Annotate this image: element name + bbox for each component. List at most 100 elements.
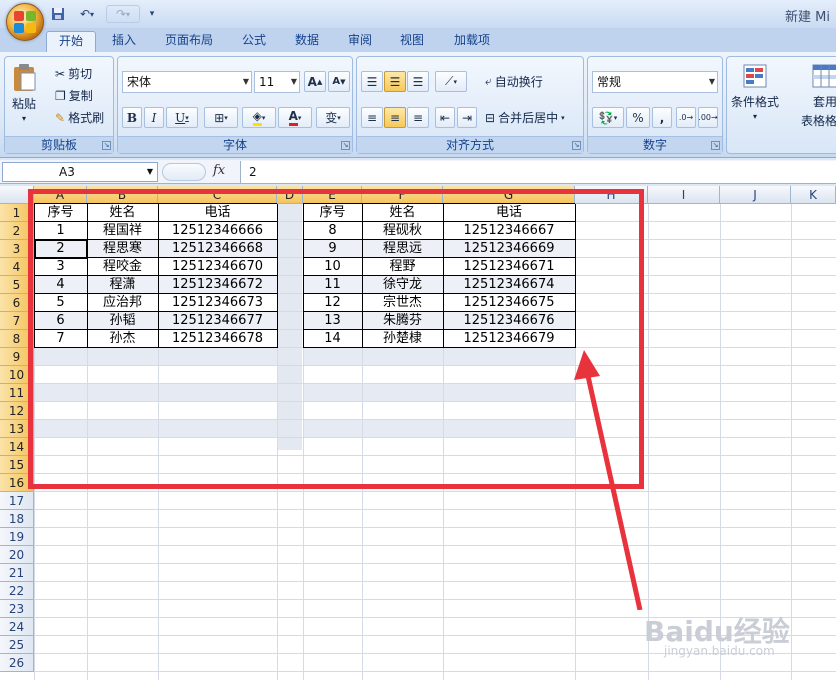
percent-button[interactable]: % xyxy=(626,107,650,128)
worksheet-grid[interactable]: A B C D E F G H I J K 1 2 3 4 5 6 7 8 9 10 11 12 13 14 15 16 17 18 19… xyxy=(0,186,836,680)
row-header[interactable]: 19 xyxy=(0,528,34,546)
grow-font-button[interactable]: A ▲ xyxy=(304,71,326,92)
column-header-k[interactable]: K xyxy=(791,186,836,204)
shrink-font-button[interactable]: A ▼ xyxy=(328,71,350,92)
row-header[interactable]: 25 xyxy=(0,636,34,654)
align-left-button[interactable]: ≡ xyxy=(361,107,383,128)
tab-formulas[interactable]: 公式 xyxy=(232,31,276,52)
align-right-icon: ≡ xyxy=(412,110,424,125)
wrap-text-button[interactable]: ⤶ 自动换行 xyxy=(485,73,543,90)
chevron-down-icon: ▾ xyxy=(613,113,618,122)
copy-button[interactable]: ❐ 复制 xyxy=(55,87,93,104)
format-as-table-button[interactable]: 套用 表格格式 xyxy=(801,63,836,129)
dialog-launcher-icon[interactable]: ↘ xyxy=(341,141,350,150)
formula-input[interactable]: 2 xyxy=(240,161,836,183)
column-header-i[interactable]: I xyxy=(648,186,720,204)
row-header[interactable]: 26 xyxy=(0,654,34,672)
tab-review[interactable]: 审阅 xyxy=(338,31,382,52)
redo-button[interactable]: ↷ ▾ xyxy=(106,5,140,23)
chevron-down-icon: ▾ xyxy=(21,114,26,123)
redo-icon: ↷ xyxy=(115,7,127,21)
grid-line xyxy=(34,491,836,492)
increase-decimal-icon: .0→ xyxy=(678,113,694,122)
tab-add-ins[interactable]: 加载项 xyxy=(444,31,500,52)
align-top-button[interactable]: ☰ xyxy=(361,71,383,92)
tab-page-layout[interactable]: 页面布局 xyxy=(156,31,222,52)
grid-line xyxy=(34,563,836,564)
align-right-button[interactable]: ≡ xyxy=(407,107,429,128)
number-format-combo[interactable]: 常规 ▼ xyxy=(592,71,718,93)
align-middle-button[interactable]: ☰ xyxy=(384,71,406,92)
row-header[interactable]: 20 xyxy=(0,546,34,564)
decrease-decimal-button[interactable]: .00→ xyxy=(698,107,718,128)
format-painter-label: 格式刷 xyxy=(68,111,105,125)
conditional-formatting-icon xyxy=(743,64,767,88)
increase-indent-icon: ⇥ xyxy=(461,110,473,125)
table-format-icon xyxy=(812,64,836,88)
phonetic-icon: 变 xyxy=(325,111,338,125)
comma-button[interactable]: , xyxy=(652,107,672,128)
chevron-down-icon: ▾ xyxy=(90,9,95,19)
align-center-icon: ≡ xyxy=(389,110,401,125)
dialog-launcher-icon[interactable]: ↘ xyxy=(711,141,720,150)
merge-center-button[interactable]: ⊟ 合并后居中 ▾ xyxy=(485,109,565,126)
tab-insert[interactable]: 插入 xyxy=(102,31,146,52)
font-size-combo[interactable]: 11 ▼ xyxy=(254,71,300,93)
tab-view[interactable]: 视图 xyxy=(390,31,434,52)
copy-label: 复制 xyxy=(68,89,93,103)
merge-icon: ⊟ xyxy=(485,110,496,125)
phonetic-button[interactable]: 变 ▾ xyxy=(316,107,350,128)
font-color-icon: A xyxy=(288,109,298,126)
row-header[interactable]: 24 xyxy=(0,618,34,636)
orientation-button[interactable]: ⟋ ▾ xyxy=(435,71,467,92)
insert-function-icon[interactable]: fx xyxy=(213,163,225,178)
undo-icon: ↶ xyxy=(79,7,91,21)
grow-font-icon: A xyxy=(307,74,317,89)
format-painter-button[interactable]: ✎ 格式刷 xyxy=(55,109,104,126)
align-middle-icon: ☰ xyxy=(389,74,401,89)
name-box[interactable]: A3 ▼ xyxy=(2,162,158,182)
underline-label: U xyxy=(175,110,186,125)
decrease-indent-button[interactable]: ⇤ xyxy=(435,107,455,128)
column-header-j[interactable]: J xyxy=(720,186,791,204)
undo-button[interactable]: ↶ ▾ xyxy=(72,5,102,23)
dialog-launcher-icon[interactable]: ↘ xyxy=(102,141,111,150)
decrease-indent-icon: ⇤ xyxy=(439,110,451,125)
fill-color-button[interactable]: ◈ ▾ xyxy=(242,107,276,128)
bold-button[interactable]: B xyxy=(122,107,142,128)
paste-button[interactable]: 粘贴 ▾ xyxy=(11,63,37,123)
align-bottom-button[interactable]: ☰ xyxy=(407,71,429,92)
conditional-formatting-button[interactable]: 条件格式 ▾ xyxy=(731,63,779,121)
cut-button[interactable]: ✂ 剪切 xyxy=(55,65,92,82)
font-group-label: 字体 xyxy=(118,136,352,153)
grid-line xyxy=(34,599,836,600)
row-header[interactable]: 18 xyxy=(0,510,34,528)
chevron-down-icon: ▾ xyxy=(261,113,266,122)
arrow-head xyxy=(574,350,600,380)
customize-qat-icon[interactable]: ▾ xyxy=(146,5,158,23)
dialog-launcher-icon[interactable]: ↘ xyxy=(572,141,581,150)
row-header[interactable]: 17 xyxy=(0,492,34,510)
merge-center-label: 合并后居中 xyxy=(498,111,559,125)
formula-bar-splitter[interactable] xyxy=(162,163,206,181)
cut-label: 剪切 xyxy=(68,67,93,81)
office-button[interactable] xyxy=(6,3,44,41)
underline-button[interactable]: U ▾ xyxy=(166,107,198,128)
grid-line xyxy=(34,527,836,528)
increase-decimal-button[interactable]: .0→ xyxy=(676,107,696,128)
font-name-combo[interactable]: 宋体 ▼ xyxy=(122,71,252,93)
row-header[interactable]: 21 xyxy=(0,564,34,582)
font-name-value: 宋体 xyxy=(127,75,152,89)
align-center-button[interactable]: ≡ xyxy=(384,107,406,128)
italic-button[interactable]: I xyxy=(144,107,164,128)
tab-home[interactable]: 开始 xyxy=(46,31,96,52)
row-header[interactable]: 22 xyxy=(0,582,34,600)
borders-button[interactable]: ⊞ ▾ xyxy=(204,107,238,128)
accounting-format-button[interactable]: 💱 ▾ xyxy=(592,107,624,128)
save-icon[interactable] xyxy=(50,5,66,23)
font-color-button[interactable]: A ▾ xyxy=(278,107,312,128)
tab-data[interactable]: 数据 xyxy=(284,31,330,52)
increase-indent-button[interactable]: ⇥ xyxy=(457,107,477,128)
title-bar: ↶ ▾ ↷ ▾ ▾ 新建 Mi xyxy=(0,0,836,41)
row-header[interactable]: 23 xyxy=(0,600,34,618)
